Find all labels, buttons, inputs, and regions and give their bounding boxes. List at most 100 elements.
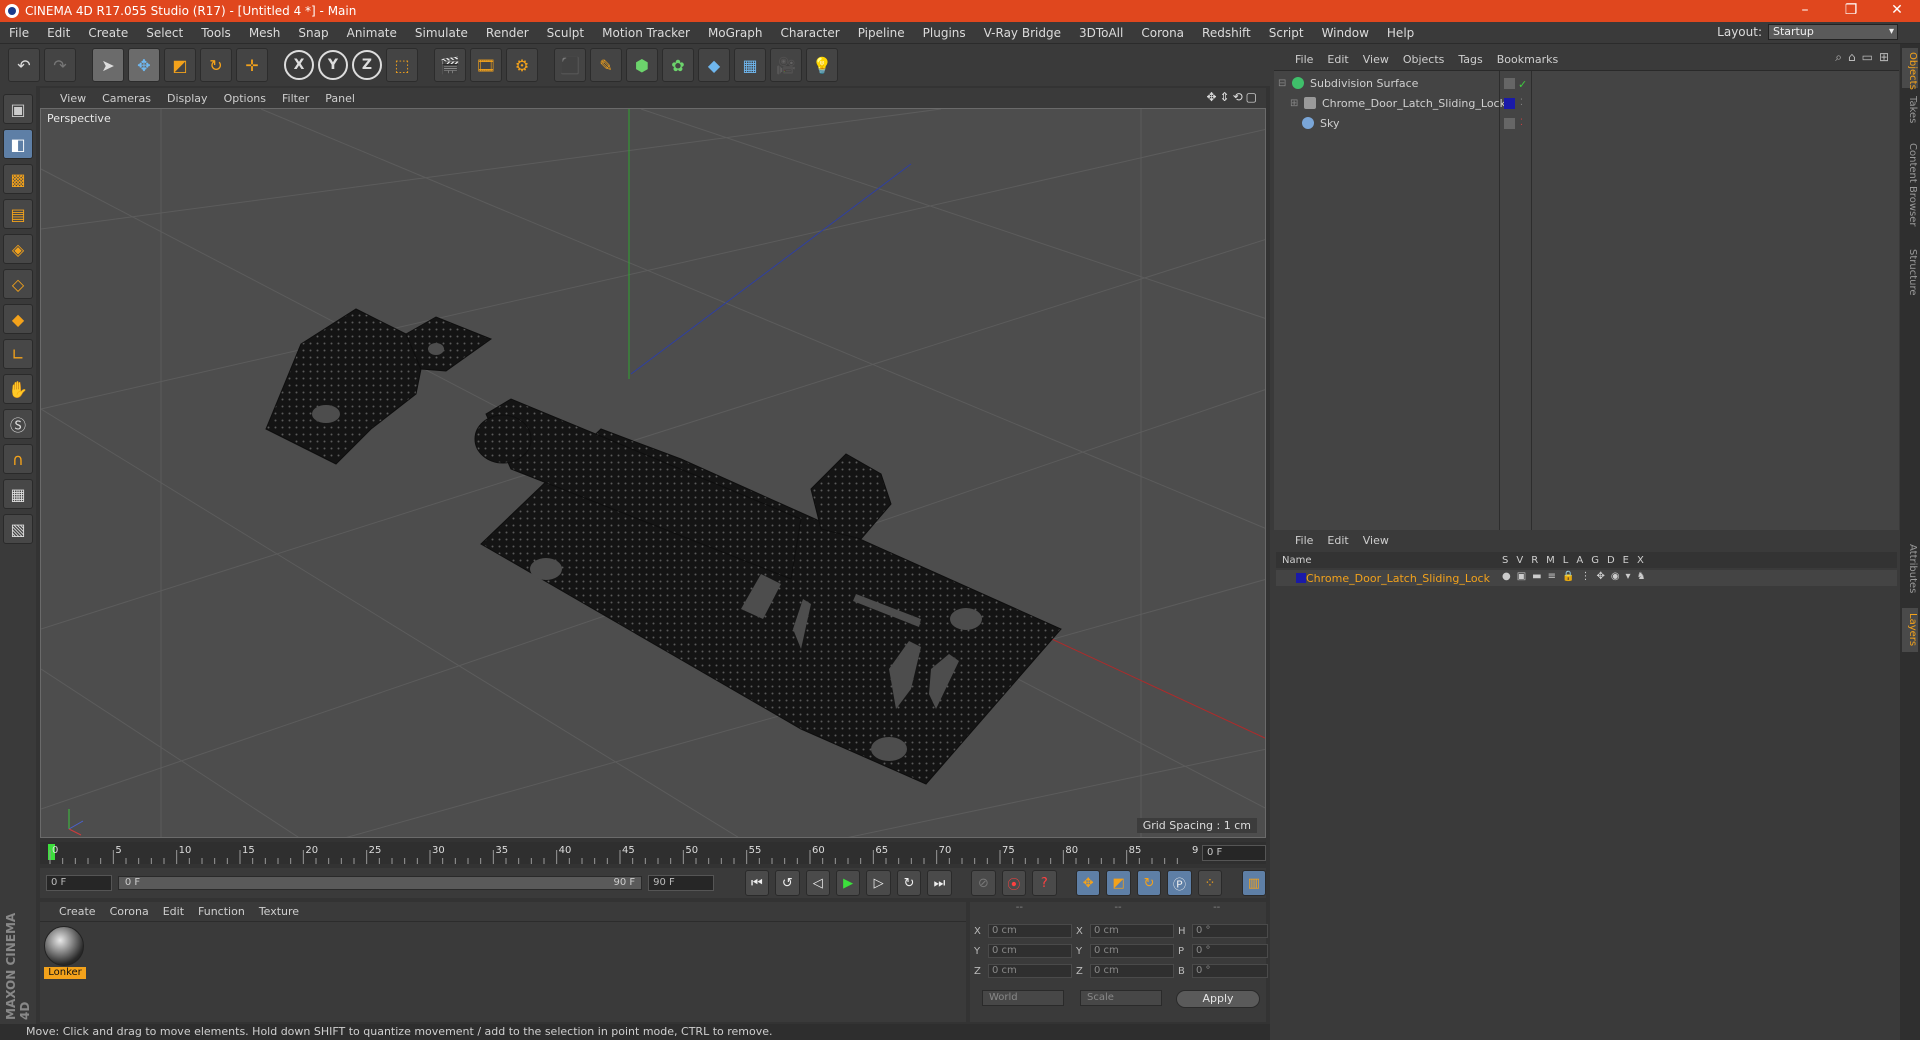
magnet-icon[interactable]: ∩ (3, 444, 33, 474)
material-menu-function[interactable]: Function (191, 905, 252, 918)
layer-col-g[interactable]: G (1591, 555, 1599, 566)
key-point-level-icon[interactable]: ⁘ (1197, 870, 1223, 896)
x-axis-lock-icon[interactable]: X (284, 50, 314, 80)
cube-primitive-icon[interactable]: ⬛ (554, 48, 586, 82)
record-keys-icon[interactable]: ⊘ (971, 870, 996, 896)
cloner-icon[interactable]: ✿ (662, 48, 694, 82)
key-rotation-icon[interactable]: ↻ (1136, 870, 1162, 896)
start-frame-field[interactable]: 0 F (46, 875, 112, 891)
menu-tools[interactable]: Tools (192, 26, 240, 40)
object-menu-view[interactable]: View (1356, 53, 1396, 66)
layer-col-m[interactable]: M (1546, 555, 1555, 566)
viewport-menu-panel[interactable]: Panel (317, 92, 363, 105)
coordinate-mode-dropdown[interactable]: World (982, 990, 1064, 1006)
apply-button[interactable]: Apply (1176, 990, 1260, 1008)
coordinate-system-icon[interactable]: ⬚ (386, 48, 418, 82)
restore-button[interactable]: ❐ (1828, 0, 1874, 22)
menu-vray-bridge[interactable]: V-Ray Bridge (975, 26, 1070, 40)
layer-row[interactable]: Chrome_Door_Latch_Sliding_Lock ●▣▬≡🔒⋮✥◉▾… (1276, 570, 1897, 586)
layer-col-s[interactable]: S (1502, 555, 1508, 566)
size-x-field[interactable]: 0 cm (1090, 924, 1174, 938)
timeline-window-icon[interactable]: ▥ (1241, 870, 1267, 896)
axis-mode-icon[interactable]: ∟ (3, 339, 33, 369)
material-menu-create[interactable]: Create (52, 905, 103, 918)
visibility-dots-icon[interactable]: ⁚ (1520, 118, 1531, 129)
menu-character[interactable]: Character (771, 26, 848, 40)
object-manager-search-icon[interactable]: ⌕⌂▭⊞ (1835, 50, 1895, 65)
keyframe-selection-icon[interactable]: ? (1032, 870, 1057, 896)
menu-render[interactable]: Render (477, 26, 538, 40)
menu-plugins[interactable]: Plugins (914, 26, 975, 40)
render-settings-icon[interactable]: ⚙ (506, 48, 538, 82)
autokey-icon[interactable]: ⦿ (1001, 870, 1027, 896)
render-picture-viewer-icon[interactable]: 🎞 (470, 48, 502, 82)
layer-menu-file[interactable]: File (1288, 534, 1320, 547)
layer-col-x[interactable]: X (1637, 555, 1644, 566)
layer-flag-icons[interactable]: ●▣▬≡🔒⋮✥◉▾♞ (1502, 571, 1652, 582)
layer-menu-view[interactable]: View (1356, 534, 1396, 547)
model-mode-icon[interactable]: ◧ (3, 129, 33, 159)
undo-icon[interactable]: ↶ (8, 48, 40, 82)
side-tab-attributes[interactable]: Attributes (1902, 534, 1918, 604)
live-selection-icon[interactable]: ✛ (236, 48, 268, 82)
visibility-dots-icon[interactable]: ⁚ (1520, 98, 1531, 109)
spline-pen-icon[interactable]: ✎ (590, 48, 622, 82)
viewport-menu-cameras[interactable]: Cameras (94, 92, 159, 105)
menu-mesh[interactable]: Mesh (240, 26, 290, 40)
position-y-field[interactable]: 0 cm (988, 944, 1072, 958)
size-z-field[interactable]: 0 cm (1090, 964, 1174, 978)
expand-icon[interactable]: ⊟ (1278, 78, 1286, 89)
redo-icon[interactable]: ↷ (44, 48, 76, 82)
layer-col-d[interactable]: D (1607, 555, 1615, 566)
menu-mograph[interactable]: MoGraph (699, 26, 772, 40)
key-parameter-icon[interactable]: Ⓟ (1167, 870, 1192, 896)
material-menu-texture[interactable]: Texture (252, 905, 306, 918)
material-menu-corona[interactable]: Corona (103, 905, 156, 918)
menu-select[interactable]: Select (137, 26, 192, 40)
object-row-door-latch[interactable]: ⊞ Chrome_Door_Latch_Sliding_Lock ⁚ (1274, 93, 1899, 113)
next-key-icon[interactable]: ↻ (896, 870, 922, 896)
viewport-navigation-icons[interactable]: ✥⇕⟲▢ (1206, 90, 1260, 104)
minimize-button[interactable]: – (1782, 0, 1828, 22)
texture-mode-icon[interactable]: ▩ (3, 164, 33, 194)
light-icon[interactable]: 💡 (806, 48, 838, 82)
camera-icon[interactable]: 🎥 (770, 48, 802, 82)
object-menu-objects[interactable]: Objects (1396, 53, 1452, 66)
object-menu-file[interactable]: File (1288, 53, 1320, 66)
menu-redshift[interactable]: Redshift (1193, 26, 1260, 40)
menu-corona[interactable]: Corona (1132, 26, 1193, 40)
menu-create[interactable]: Create (79, 26, 137, 40)
object-menu-tags[interactable]: Tags (1451, 53, 1489, 66)
side-tab-takes[interactable]: Takes (1902, 92, 1918, 128)
floor-icon[interactable]: ▦ (734, 48, 766, 82)
points-mode-icon[interactable]: ◈ (3, 234, 33, 264)
layer-menu-edit[interactable]: Edit (1320, 534, 1355, 547)
previous-key-icon[interactable]: ↺ (775, 870, 800, 896)
side-tab-layers[interactable]: Layers (1902, 608, 1918, 652)
menu-edit[interactable]: Edit (38, 26, 79, 40)
layer-col-a[interactable]: A (1576, 555, 1583, 566)
go-to-end-icon[interactable]: ⏭ (927, 870, 952, 896)
previous-frame-icon[interactable]: ◁ (805, 870, 830, 896)
menu-simulate[interactable]: Simulate (406, 26, 477, 40)
workplane-icon[interactable]: ▤ (3, 199, 33, 229)
planar-workplane-icon[interactable]: ▧ (3, 514, 33, 544)
menu-pipeline[interactable]: Pipeline (849, 26, 914, 40)
select-arrow-icon[interactable]: ➤ (92, 48, 124, 82)
menu-window[interactable]: Window (1313, 26, 1378, 40)
menu-sculpt[interactable]: Sculpt (538, 26, 593, 40)
snapping-icon[interactable]: Ⓢ (3, 409, 33, 439)
render-view-icon[interactable]: 🎬 (434, 48, 466, 82)
menu-animate[interactable]: Animate (338, 26, 406, 40)
layer-col-l[interactable]: L (1563, 555, 1569, 566)
size-y-field[interactable]: 0 cm (1090, 944, 1174, 958)
object-row-sky[interactable]: Sky ⁚ (1274, 113, 1899, 133)
side-tab-objects[interactable]: Objects (1902, 48, 1918, 90)
menu-help[interactable]: Help (1378, 26, 1423, 40)
deformer-icon[interactable]: ◆ (698, 48, 730, 82)
close-button[interactable]: ✕ (1874, 0, 1920, 22)
move-tool-icon[interactable]: ✥ (128, 48, 160, 82)
material-swatch[interactable]: Lonker (44, 926, 86, 979)
menu-3dtoall[interactable]: 3DToAll (1070, 26, 1132, 40)
subdivision-surface-icon[interactable]: ⬢ (626, 48, 658, 82)
